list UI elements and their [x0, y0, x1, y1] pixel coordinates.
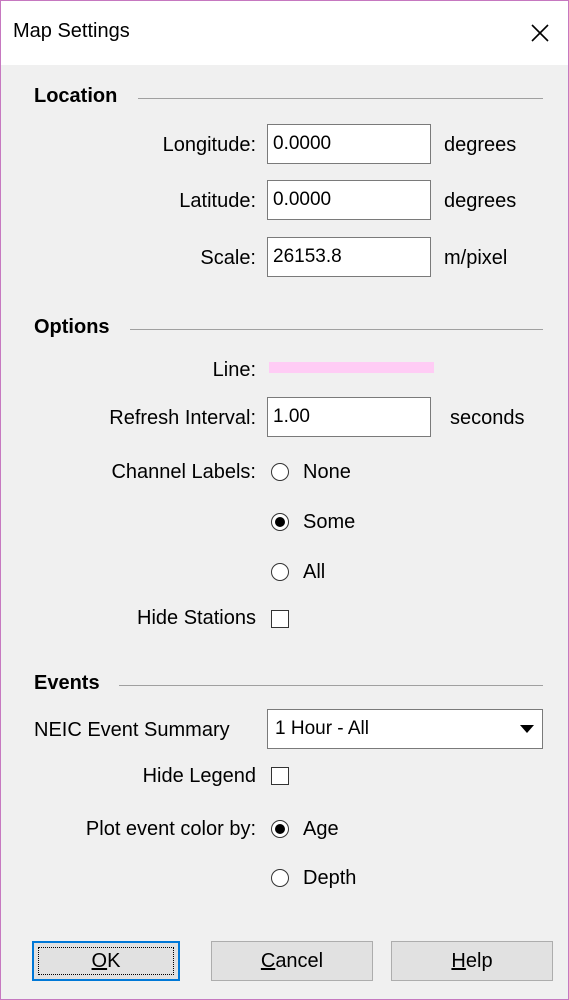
neic-event-summary-value: 1 Hour - All [275, 718, 369, 739]
cancel-button[interactable]: Cancel [211, 941, 373, 981]
events-section-title: Events [34, 672, 100, 694]
latitude-unit: degrees [444, 190, 517, 212]
color-by-age-radio[interactable] [271, 820, 289, 838]
neic-event-summary-select[interactable]: 1 Hour - All [267, 709, 543, 749]
channel-labels-some-label[interactable]: Some [303, 511, 355, 534]
hide-stations-label: Hide Stations [137, 607, 256, 629]
channel-labels-all-radio[interactable] [271, 563, 289, 581]
dropdown-arrow-icon [520, 725, 534, 733]
close-button[interactable] [512, 1, 568, 65]
color-by-depth-label[interactable]: Depth [303, 867, 356, 890]
hide-stations-checkbox[interactable] [271, 610, 289, 628]
latitude-input[interactable]: 0.0000 [267, 180, 431, 220]
refresh-interval-input[interactable]: 1.00 [267, 397, 431, 437]
line-label: Line: [212, 359, 256, 381]
close-icon [531, 24, 549, 42]
channel-labels-all-label[interactable]: All [303, 561, 325, 584]
longitude-label: Longitude: [162, 134, 256, 156]
refresh-interval-unit: seconds [450, 407, 525, 429]
help-button-label: Help [451, 950, 493, 972]
longitude-input[interactable]: 0.0000 [267, 124, 431, 164]
latitude-label: Latitude: [179, 190, 256, 212]
channel-labels-none-label[interactable]: None [303, 461, 351, 484]
cancel-button-label: Cancel [260, 950, 324, 972]
longitude-unit: degrees [444, 134, 517, 156]
neic-event-summary-label: NEIC Event Summary [34, 719, 230, 741]
options-section-title: Options [34, 316, 110, 338]
window-title: Map Settings [13, 20, 130, 42]
line-color-swatch[interactable] [269, 362, 434, 373]
title-bar: Map Settings [1, 1, 568, 65]
location-divider [138, 98, 543, 99]
events-divider [119, 685, 543, 686]
ok-button[interactable]: OK [32, 941, 180, 981]
hide-legend-checkbox[interactable] [271, 767, 289, 785]
options-divider [130, 329, 543, 330]
channel-labels-some-radio[interactable] [271, 513, 289, 531]
channel-labels-label: Channel Labels: [111, 461, 256, 483]
map-settings-dialog: Map Settings Location Longitude: 0.0000 … [0, 0, 569, 1000]
help-button[interactable]: Help [391, 941, 553, 981]
channel-labels-none-radio[interactable] [271, 463, 289, 481]
plot-event-color-label: Plot event color by: [85, 818, 256, 840]
location-section-title: Location [34, 85, 118, 107]
scale-unit: m/pixel [444, 247, 508, 269]
scale-input[interactable]: 26153.8 [267, 237, 431, 277]
hide-legend-label: Hide Legend [142, 765, 256, 787]
scale-label: Scale: [200, 247, 256, 269]
color-by-age-label[interactable]: Age [303, 818, 339, 841]
refresh-interval-label: Refresh Interval: [109, 407, 256, 429]
focus-rect [38, 947, 174, 975]
color-by-depth-radio[interactable] [271, 869, 289, 887]
